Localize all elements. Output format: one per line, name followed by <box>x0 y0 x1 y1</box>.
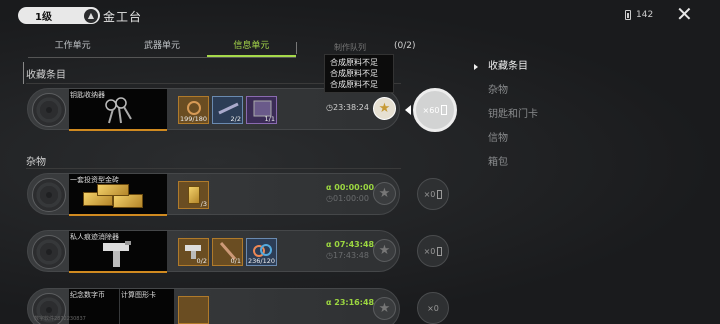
material-qty: 1/1 <box>264 115 275 123</box>
tab-divider <box>296 42 297 54</box>
user-id: 数字软件2872230837 <box>34 316 86 322</box>
tab-work-unit[interactable]: 工作单元 <box>28 36 117 57</box>
tooltip-line: 合成原料不足 <box>330 80 378 89</box>
section-title-favorites: 收藏条目 <box>26 70 66 81</box>
craft-time-base: ◷01:00:00 <box>326 194 369 203</box>
craft-count: ×0 <box>423 189 436 199</box>
level-label: 1级 <box>35 12 52 23</box>
gold-bar-icon <box>97 184 129 196</box>
battery-icon <box>437 246 443 256</box>
nav-item-misc[interactable]: 杂物 <box>475 82 538 106</box>
craft-row-gold-bars[interactable]: 一套投资型金砖 /3 α 00:00:00 ◷01:00:00 ★ <box>27 173 400 216</box>
favorite-star-button[interactable]: ★ <box>373 97 396 120</box>
item-name: 计算图形卡 <box>121 291 156 299</box>
item-name: 钥匙收纳器 <box>70 91 105 99</box>
craft-count: ×60 <box>422 105 440 115</box>
craft-row-trace-eraser[interactable]: 私人痕迹消除器 0/2 0/1 236/120 α 07:43:48 ◷17:4… <box>27 230 400 273</box>
gold-bar-icon <box>188 186 200 204</box>
item-image: 一套投资型金砖 <box>69 174 167 216</box>
battery-value: 142 <box>636 10 654 20</box>
material-slot[interactable]: 1/1 <box>246 96 277 124</box>
material-qty: 199/180 <box>179 115 207 123</box>
material-slot[interactable]: 199/180 <box>178 96 209 124</box>
time-value: 07:43:48 <box>334 240 375 249</box>
slot-ring-icon <box>32 235 66 269</box>
material-slot[interactable]: 0/2 <box>178 238 209 266</box>
item-image: 计算图形卡 <box>120 289 174 324</box>
tooltip-line: 合成原料不足 <box>330 69 378 78</box>
page-title: 金工台 <box>103 10 143 24</box>
arrow-up-icon: ▲ <box>84 8 98 23</box>
nav-item-tokens[interactable]: 信物 <box>475 130 538 154</box>
divider <box>26 168 401 169</box>
material-slot[interactable] <box>178 296 209 324</box>
gold-bar-icon <box>113 194 143 208</box>
craft-button[interactable]: ×0 <box>417 292 449 324</box>
tab-weapon-unit[interactable]: 武器单元 <box>117 36 206 57</box>
material-qty: /3 <box>200 200 207 208</box>
craft-time: ◷23:38:24 <box>326 103 369 112</box>
tooltip-line: 合成原料不足 <box>330 58 378 67</box>
category-nav: 收藏条目 杂物 钥匙和门卡 信物 箱包 <box>475 58 538 178</box>
favorite-star-button[interactable]: ★ <box>373 239 396 262</box>
craft-time-base: ◷17:43:48 <box>326 251 369 260</box>
slot-ring-icon <box>32 178 66 212</box>
item-name: 私人痕迹消除器 <box>70 233 119 241</box>
craft-count: ×0 <box>423 246 436 256</box>
item-name: 纪念数字币 <box>70 291 105 299</box>
material-slot[interactable]: 236/120 <box>246 238 277 266</box>
material-qty: 0/2 <box>196 257 207 265</box>
favorite-star-button[interactable]: ★ <box>373 182 396 205</box>
time-value: 23:16:48 <box>334 298 375 307</box>
battery-icon <box>625 10 631 20</box>
material-qty: 0/1 <box>230 257 241 265</box>
section-title-misc: 杂物 <box>26 157 46 168</box>
item-image: 钥匙收纳器 <box>69 89 167 131</box>
item-image: 私人痕迹消除器 <box>69 231 167 273</box>
tab-bar: 工作单元 武器单元 信息单元 <box>28 36 296 58</box>
time-value: 00:00:00 <box>334 183 375 192</box>
favorite-star-button[interactable]: ★ <box>373 297 396 320</box>
craft-row-key-holder[interactable]: 钥匙收纳器 199/180 2/2 1/1 ◷23:38:24 ★ <box>27 88 400 131</box>
slot-ring-icon <box>32 93 66 127</box>
material-qty: 236/120 <box>247 257 275 265</box>
level-badge: 1级 ▲ <box>18 7 100 24</box>
craft-button[interactable]: ×0 <box>417 235 449 267</box>
nav-item-keys[interactable]: 钥匙和门卡 <box>475 106 538 130</box>
craft-time-value: 23:38:24 <box>332 103 369 112</box>
craft-count: ×0 <box>427 303 439 313</box>
time-value: 17:43:48 <box>332 251 369 260</box>
queue-count: (0/2) <box>394 41 416 51</box>
tab-info-unit[interactable]: 信息单元 <box>206 36 296 57</box>
time-value: 01:00:00 <box>332 194 369 203</box>
selected-caret-icon <box>405 105 411 115</box>
section-marker <box>23 62 24 84</box>
craft-button[interactable]: ×60 <box>413 88 457 132</box>
material-slot[interactable]: /3 <box>178 181 209 209</box>
battery-icon <box>441 105 448 115</box>
queue-label: 制作队列 <box>334 43 366 52</box>
material-qty: 2/2 <box>230 115 241 123</box>
nav-item-favorites[interactable]: 收藏条目 <box>475 58 538 82</box>
craft-time-active: α 00:00:00 <box>326 183 375 192</box>
close-button[interactable]: ✕ <box>676 4 693 24</box>
tooltip: 合成原料不足 合成原料不足 合成原料不足 <box>324 54 394 93</box>
battery-icon <box>437 189 443 199</box>
craft-time-active: α 07:43:48 <box>326 240 375 249</box>
craft-button[interactable]: ×0 <box>417 178 449 210</box>
nav-item-bags[interactable]: 箱包 <box>475 154 538 178</box>
material-slot[interactable]: 2/2 <box>212 96 243 124</box>
material-slot[interactable]: 0/1 <box>212 238 243 266</box>
craft-time-active: α 23:16:48 <box>326 298 375 307</box>
